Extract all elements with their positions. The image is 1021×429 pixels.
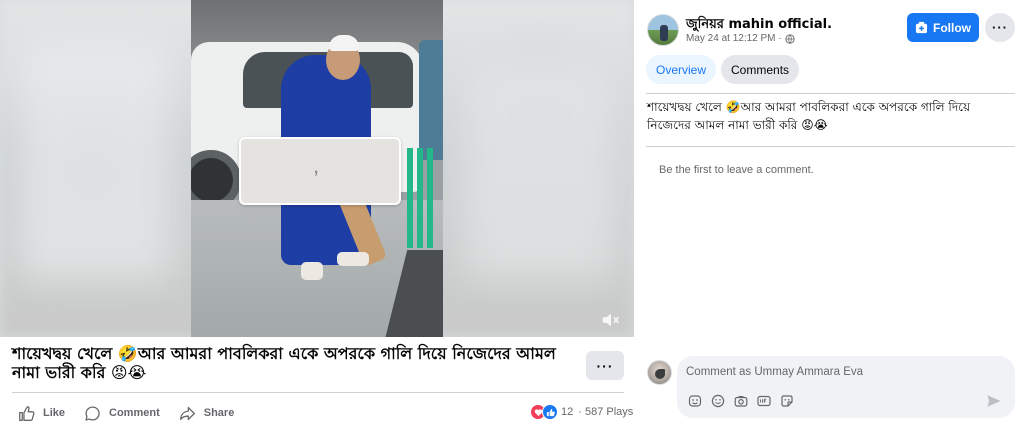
comment-label: Comment	[109, 407, 160, 419]
avatar-sticker-icon[interactable]	[687, 393, 702, 408]
gif-icon[interactable]	[756, 393, 771, 408]
comment-composer[interactable]: Comment as Ummay Ammara Eva	[677, 356, 1015, 418]
panel-options-button[interactable]: ···	[985, 13, 1015, 42]
emoji-icon[interactable]	[710, 393, 725, 408]
share-label: Share	[203, 407, 235, 419]
divider	[646, 146, 1015, 147]
backdrop-shade-right	[465, 60, 615, 280]
frame-stumps	[407, 148, 433, 248]
share-icon	[179, 406, 195, 420]
frame-shoe	[301, 262, 323, 280]
like-button[interactable]: Like	[18, 405, 65, 422]
comment-icon	[85, 405, 100, 421]
author-avatar[interactable]	[647, 14, 679, 46]
follow-label: Follow	[933, 20, 971, 35]
camera-icon[interactable]	[733, 393, 748, 408]
blurred-overlay-card: ,	[239, 137, 401, 205]
post-options-button[interactable]: ···	[586, 351, 624, 380]
divider	[12, 392, 624, 393]
comment-button[interactable]: Comment	[84, 405, 160, 422]
panel-post-text: শায়েখদ্বয় খেলে 🤣আর আমরা পাবলিকরা একে অ…	[647, 100, 971, 132]
send-icon[interactable]	[986, 393, 1002, 409]
frame-bystander	[419, 40, 443, 160]
tab-overview[interactable]: Overview	[646, 55, 717, 84]
comment-tools	[687, 393, 802, 408]
video-player[interactable]: ,	[0, 0, 634, 337]
frame-batter-cap	[329, 35, 359, 51]
follow-button[interactable]: Follow	[907, 13, 979, 42]
divider	[646, 93, 1015, 94]
play-count: · 587 Plays	[578, 406, 634, 418]
tab-comments[interactable]: Comments	[721, 55, 800, 84]
like-label: Like	[43, 407, 66, 419]
sticker-icon[interactable]	[779, 393, 794, 408]
share-button[interactable]: Share	[179, 405, 235, 422]
backdrop-shade-left	[20, 40, 170, 280]
post-meta: May 24 at 12:12 PM ·	[686, 33, 795, 44]
comment-input[interactable]: Comment as Ummay Ammara Eva	[686, 366, 863, 378]
empty-comments-message: Be the first to leave a comment.	[659, 164, 814, 176]
like-reaction-icon	[542, 404, 558, 420]
post-caption: শায়েখদ্বয় খেলে 🤣আর আমরা পাবলিকরা একে অ…	[12, 344, 556, 382]
avatar-figure	[655, 369, 665, 379]
thumbs-up-icon	[19, 405, 35, 421]
post-date[interactable]: May 24 at 12:12 PM ·	[686, 33, 782, 44]
reaction-summary[interactable]: 12 · 587 Plays	[530, 404, 633, 420]
avatar-figure	[660, 25, 668, 41]
frame-shoe	[337, 252, 369, 266]
follow-page-icon	[915, 21, 928, 34]
current-user-avatar[interactable]	[647, 360, 672, 385]
post-detail-panel: জুনিয়র mahin official. May 24 at 12:12 …	[634, 0, 1021, 429]
panel-tabs: Overview Comments	[646, 55, 804, 84]
reaction-count: 12	[561, 406, 574, 418]
volume-icon[interactable]	[600, 309, 622, 331]
post-actions: Like Comment Share	[18, 402, 253, 424]
globe-icon	[784, 33, 795, 44]
overlay-mark: ,	[313, 153, 320, 178]
